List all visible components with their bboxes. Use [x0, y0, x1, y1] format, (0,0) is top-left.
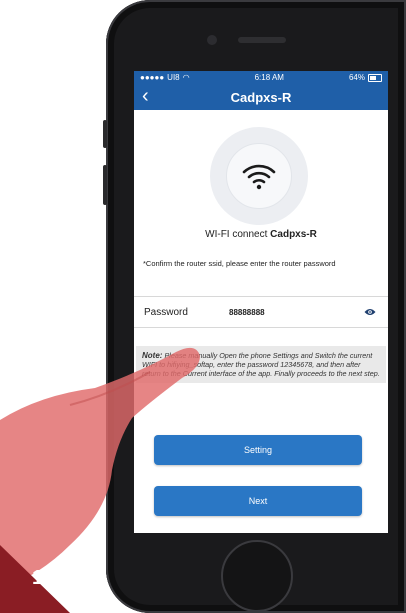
step-number: 1: [32, 567, 44, 589]
carrier-label: UI8: [167, 73, 180, 82]
setting-button[interactable]: Setting: [154, 435, 362, 465]
note-body: Please manually Open the phone Settings …: [142, 351, 380, 378]
back-button[interactable]: ‹: [142, 86, 149, 106]
note-title: Note:: [142, 351, 163, 360]
wifi-badge: [210, 127, 308, 225]
wifi-status-icon: ◠: [182, 73, 190, 82]
front-camera-icon: [207, 35, 217, 45]
battery-icon: [367, 73, 382, 82]
next-button[interactable]: Next: [154, 486, 362, 516]
clock: 6:18 AM: [254, 73, 284, 82]
wifi-icon: [242, 164, 276, 190]
connect-heading-prefix: WI-FI connect: [205, 229, 268, 240]
connect-heading: WI-FI connect Cadpxs-R: [134, 229, 388, 240]
password-label: Password: [144, 306, 188, 318]
battery-percent: 64%: [348, 73, 365, 82]
password-row[interactable]: Password 88888888: [134, 299, 388, 325]
status-bar: ●●●●● UI8 ◠ 6:18 AM 64%: [134, 71, 388, 84]
eye-icon[interactable]: [364, 308, 376, 316]
confirm-instruction: *Confirm the router ssid, please enter t…: [143, 259, 336, 268]
divider: [134, 327, 388, 328]
divider: [134, 296, 388, 297]
nav-bar: ‹ Cadpxs-R: [134, 84, 388, 110]
page-title: Cadpxs-R: [230, 89, 292, 105]
password-input[interactable]: 88888888: [229, 308, 265, 317]
signal-icon: ●●●●●: [140, 73, 165, 82]
router-ssid: Cadpxs-R: [270, 229, 317, 240]
phone-screen: ●●●●● UI8 ◠ 6:18 AM 64% ‹ Cadpxs-R WI-FI…: [134, 71, 388, 533]
note-box: Note: Please manually Open the phone Set…: [136, 346, 386, 383]
earpiece-speaker: [238, 37, 286, 43]
home-button[interactable]: [221, 540, 293, 612]
phone-side-button: [103, 120, 107, 148]
phone-side-button: [103, 165, 107, 205]
